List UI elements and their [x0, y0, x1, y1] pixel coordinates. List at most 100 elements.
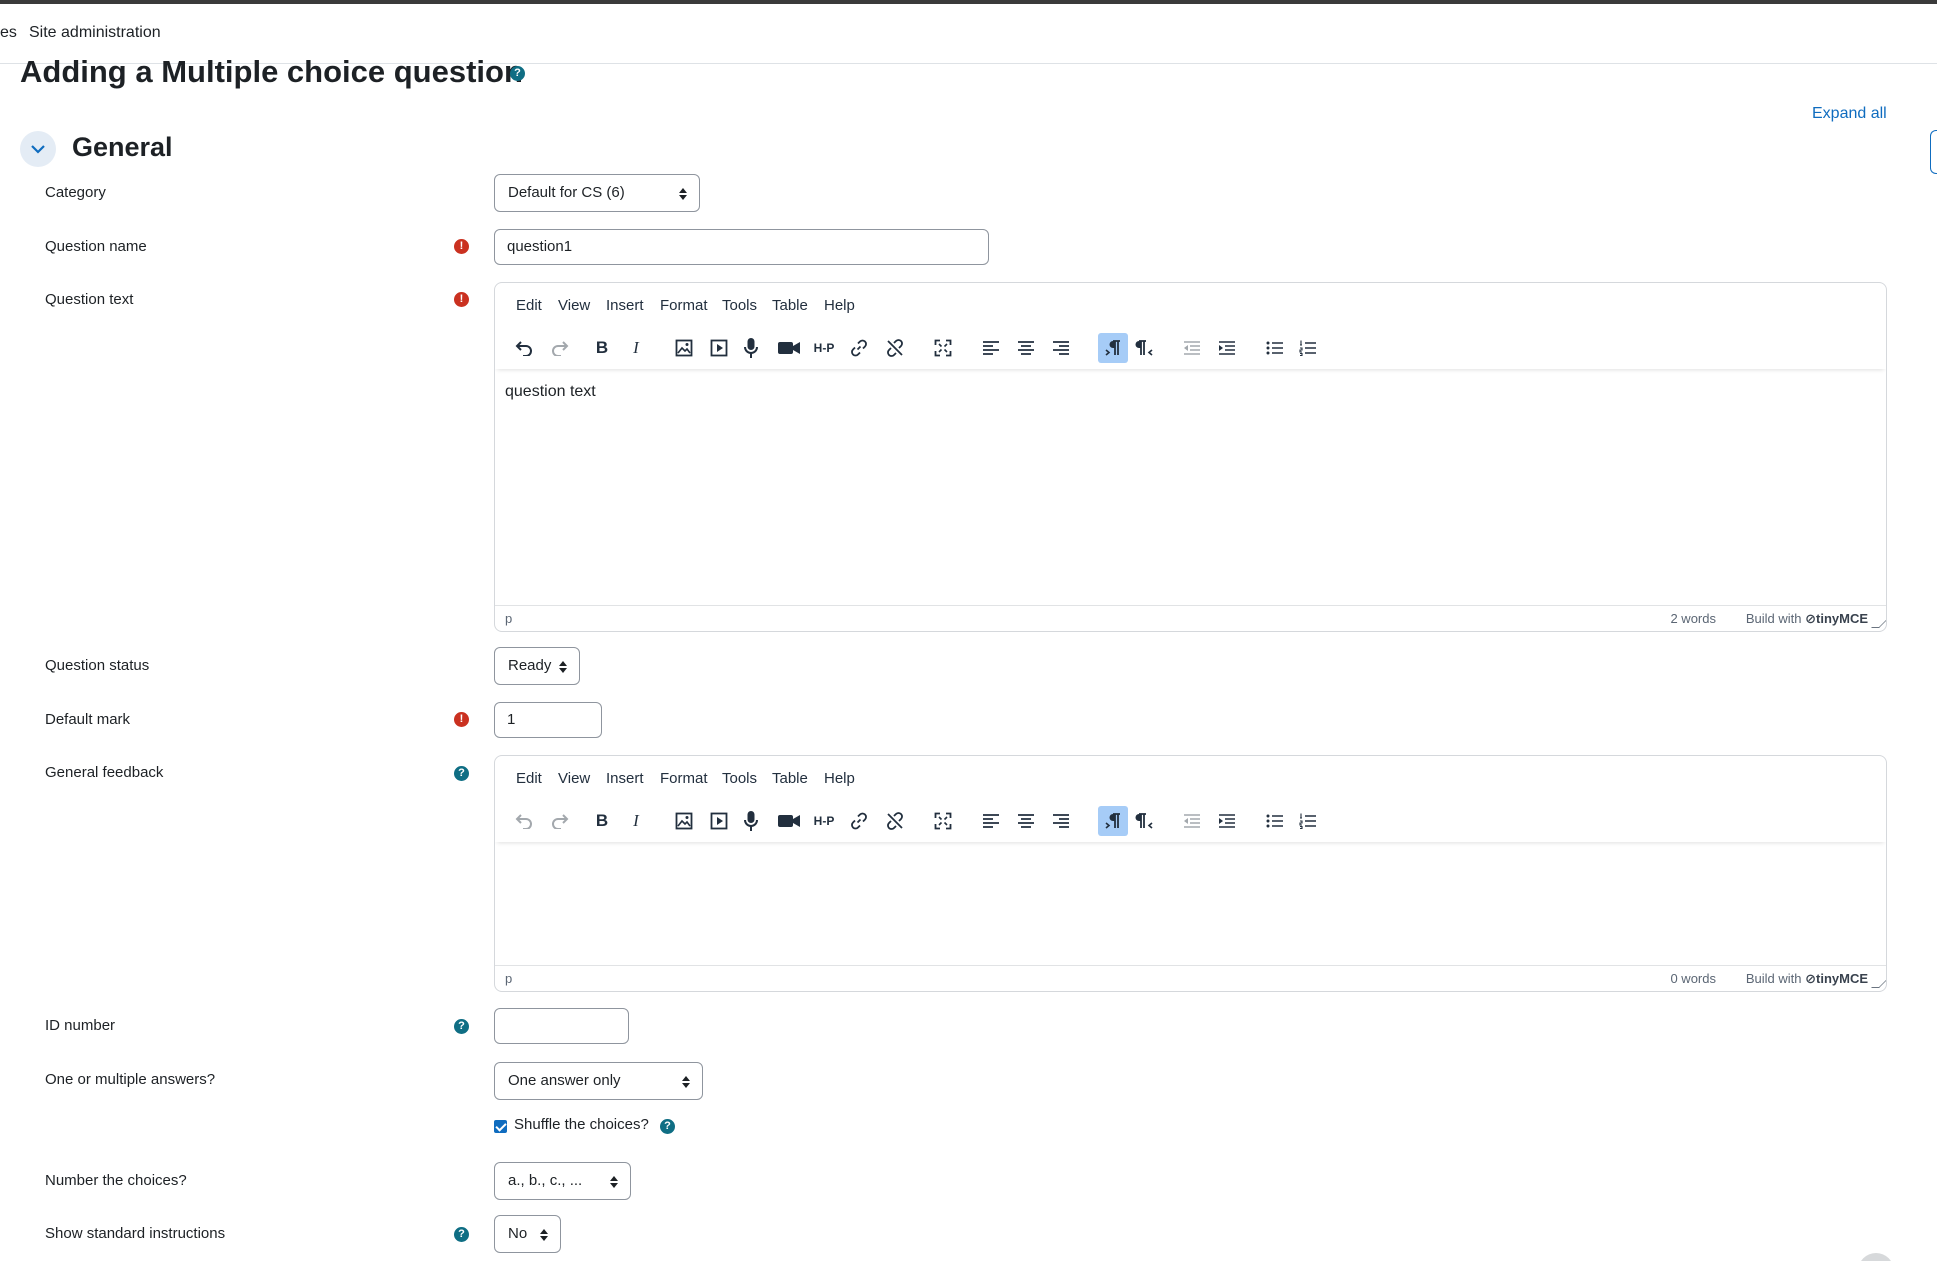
show-instructions-label: Show standard instructions — [45, 1225, 226, 1242]
scroll-to-top-button[interactable] — [1858, 1253, 1894, 1261]
select-arrows-icon — [610, 1176, 618, 1188]
resize-handle-icon[interactable] — [1871, 620, 1886, 628]
align-right-icon[interactable] — [1046, 333, 1076, 363]
fullscreen-icon[interactable] — [928, 806, 958, 836]
menu-tools[interactable]: Tools — [722, 770, 757, 787]
help-icon[interactable]: ? — [454, 1227, 469, 1242]
question-status-value: Ready — [508, 657, 552, 674]
question-text-label: Question text — [45, 291, 134, 308]
rtl-direction-icon[interactable] — [1130, 333, 1160, 363]
menu-format[interactable]: Format — [660, 770, 708, 787]
italic-icon[interactable]: I — [621, 333, 651, 363]
help-icon[interactable]: ? — [510, 66, 525, 81]
image-icon[interactable] — [669, 806, 699, 836]
outdent-icon[interactable] — [1177, 806, 1207, 836]
italic-icon[interactable]: I — [621, 806, 651, 836]
tinymce-brand[interactable]: Build with ⊘tinyMCE — [1746, 611, 1868, 627]
single-answer-select[interactable]: One answer only — [494, 1062, 703, 1100]
align-left-icon[interactable] — [976, 806, 1006, 836]
align-center-icon[interactable] — [1011, 333, 1041, 363]
drawer-toggle[interactable] — [1930, 130, 1937, 174]
fullscreen-icon[interactable] — [928, 333, 958, 363]
editor-menubar: Edit View Insert Format Tools Table Help — [495, 756, 1886, 802]
undo-icon[interactable] — [509, 333, 539, 363]
menu-edit[interactable]: Edit — [516, 770, 542, 787]
microphone-icon[interactable] — [736, 806, 766, 836]
help-icon[interactable]: ? — [454, 1019, 469, 1034]
question-text-content[interactable]: question text — [505, 383, 596, 401]
question-name-input[interactable]: question1 — [494, 229, 989, 265]
menu-view[interactable]: View — [558, 297, 590, 314]
outdent-icon[interactable] — [1177, 333, 1207, 363]
h5p-icon[interactable]: H-P — [809, 806, 839, 836]
menu-help[interactable]: Help — [824, 770, 855, 787]
bullet-list-icon[interactable] — [1260, 806, 1290, 836]
tinymce-brand[interactable]: Build with ⊘tinyMCE — [1746, 971, 1868, 987]
numbered-list-icon[interactable] — [1293, 333, 1323, 363]
unlink-icon[interactable] — [880, 333, 910, 363]
default-mark-input[interactable]: 1 — [494, 702, 602, 738]
general-feedback-editor: Edit View Insert Format Tools Table Help… — [494, 755, 1887, 992]
collapse-section-button[interactable] — [20, 131, 56, 167]
align-right-icon[interactable] — [1046, 806, 1076, 836]
menu-table[interactable]: Table — [772, 770, 808, 787]
word-count[interactable]: 2 words — [1670, 611, 1716, 626]
menu-insert[interactable]: Insert — [606, 297, 644, 314]
show-instructions-select[interactable]: No — [494, 1215, 561, 1253]
help-icon[interactable]: ? — [660, 1119, 675, 1134]
bullet-list-icon[interactable] — [1260, 333, 1290, 363]
bold-icon[interactable]: B — [587, 806, 617, 836]
expand-all-link[interactable]: Expand all — [1812, 105, 1887, 123]
unlink-icon[interactable] — [880, 806, 910, 836]
align-center-icon[interactable] — [1011, 806, 1041, 836]
numbered-list-icon[interactable] — [1293, 806, 1323, 836]
select-arrows-icon — [682, 1076, 690, 1088]
nav-item-site-administration[interactable]: Site administration — [29, 24, 161, 42]
menu-table[interactable]: Table — [772, 297, 808, 314]
brand-prefix: Build with — [1745, 611, 1802, 626]
menu-view[interactable]: View — [558, 770, 590, 787]
menu-help[interactable]: Help — [824, 297, 855, 314]
element-path[interactable]: p — [505, 611, 512, 626]
align-left-icon[interactable] — [976, 333, 1006, 363]
microphone-icon[interactable] — [736, 333, 766, 363]
video-camera-icon[interactable] — [774, 333, 804, 363]
bold-icon[interactable]: B — [587, 333, 617, 363]
redo-icon[interactable] — [545, 333, 575, 363]
link-icon[interactable] — [844, 333, 874, 363]
undo-icon[interactable] — [509, 806, 539, 836]
menu-insert[interactable]: Insert — [606, 770, 644, 787]
resize-handle-icon[interactable] — [1871, 980, 1886, 988]
indent-icon[interactable] — [1212, 333, 1242, 363]
menu-tools[interactable]: Tools — [722, 297, 757, 314]
shuffle-label[interactable]: Shuffle the choices? — [514, 1116, 649, 1133]
element-path[interactable]: p — [505, 971, 512, 986]
ltr-direction-icon[interactable] — [1098, 333, 1128, 363]
h5p-icon[interactable]: H-P — [809, 333, 839, 363]
video-camera-icon[interactable] — [774, 806, 804, 836]
indent-icon[interactable] — [1212, 806, 1242, 836]
media-icon[interactable] — [704, 333, 734, 363]
shuffle-checkbox[interactable] — [494, 1120, 507, 1133]
media-icon[interactable] — [704, 806, 734, 836]
rtl-direction-icon[interactable] — [1130, 806, 1160, 836]
number-choices-select[interactable]: a., b., c., ... — [494, 1162, 631, 1200]
nav-item-truncated[interactable]: es — [0, 24, 17, 42]
id-number-input[interactable] — [494, 1008, 629, 1044]
select-arrows-icon — [540, 1229, 548, 1241]
link-icon[interactable] — [844, 806, 874, 836]
ltr-direction-icon[interactable] — [1098, 806, 1128, 836]
help-icon[interactable]: ? — [454, 766, 469, 781]
select-arrows-icon — [679, 188, 687, 200]
question-status-label: Question status — [45, 657, 150, 674]
tinymce-logo-icon: ⊘ — [1805, 971, 1816, 986]
question-status-select[interactable]: Ready — [494, 647, 580, 685]
category-select[interactable]: Default for CS (6) — [494, 174, 700, 212]
editor-statusbar: p 2 words Build with ⊘tinyMCE — [495, 605, 1886, 631]
image-icon[interactable] — [669, 333, 699, 363]
single-answer-label: One or multiple answers? — [45, 1071, 216, 1088]
menu-edit[interactable]: Edit — [516, 297, 542, 314]
word-count[interactable]: 0 words — [1670, 971, 1716, 986]
redo-icon[interactable] — [545, 806, 575, 836]
menu-format[interactable]: Format — [660, 297, 708, 314]
